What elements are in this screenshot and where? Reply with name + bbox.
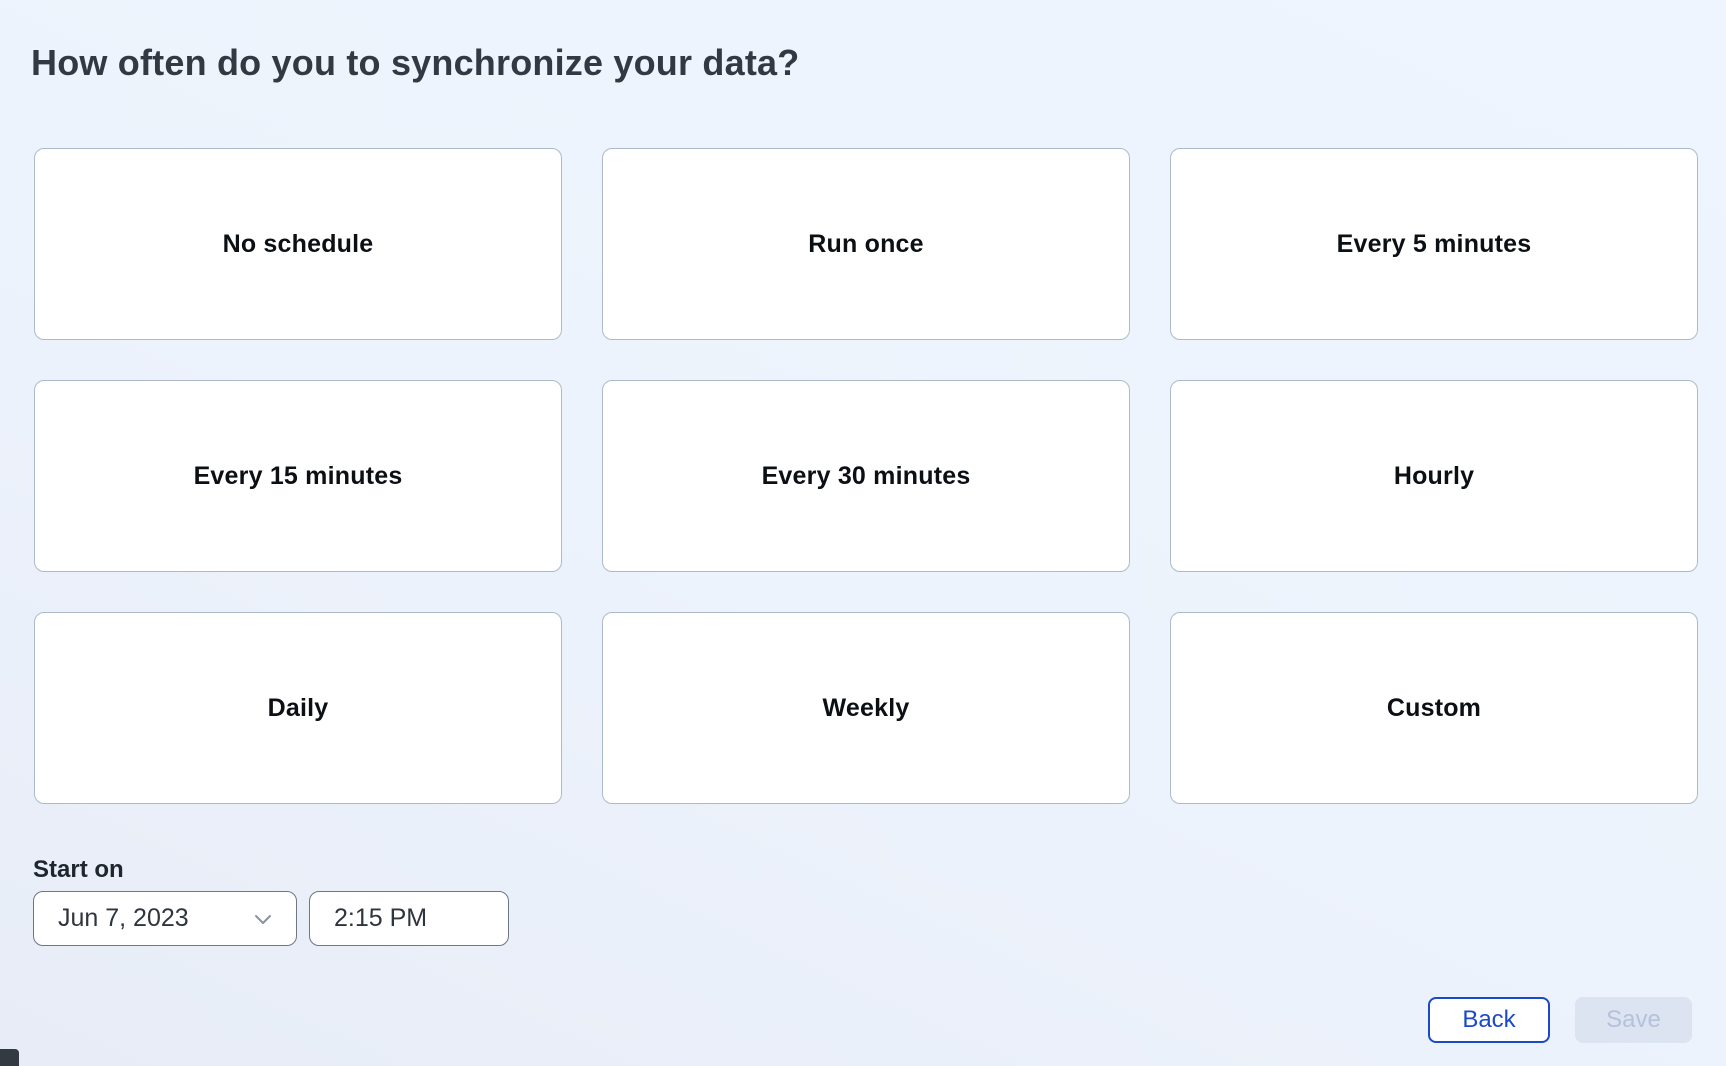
chevron-down-icon — [250, 906, 276, 932]
schedule-option-hourly[interactable]: Hourly — [1170, 380, 1698, 572]
schedule-option-every-15-minutes[interactable]: Every 15 minutes — [34, 380, 562, 572]
schedule-option-no-schedule[interactable]: No schedule — [34, 148, 562, 340]
schedule-option-daily[interactable]: Daily — [34, 612, 562, 804]
partial-corner-element — [0, 1049, 19, 1066]
schedule-option-run-once[interactable]: Run once — [602, 148, 1130, 340]
schedule-option-label: Every 30 minutes — [762, 462, 971, 491]
schedule-option-label: Every 15 minutes — [194, 462, 403, 491]
schedule-option-label: Daily — [268, 694, 329, 723]
schedule-option-label: No schedule — [223, 230, 374, 259]
schedule-option-label: Run once — [808, 230, 924, 259]
back-button[interactable]: Back — [1428, 997, 1550, 1043]
schedule-option-label: Custom — [1387, 694, 1481, 723]
schedule-option-weekly[interactable]: Weekly — [602, 612, 1130, 804]
schedule-options-grid: No schedule Run once Every 5 minutes Eve… — [34, 148, 1698, 804]
schedule-option-custom[interactable]: Custom — [1170, 612, 1698, 804]
start-on-controls: Jun 7, 2023 — [33, 891, 509, 946]
start-time-input[interactable] — [309, 891, 509, 946]
page-title: How often do you to synchronize your dat… — [31, 42, 799, 84]
sync-schedule-page: How often do you to synchronize your dat… — [0, 0, 1726, 1066]
schedule-option-label: Weekly — [823, 694, 910, 723]
schedule-option-every-30-minutes[interactable]: Every 30 minutes — [602, 380, 1130, 572]
start-on-label: Start on — [33, 856, 124, 884]
footer-actions: Back Save — [1428, 997, 1692, 1043]
schedule-option-label: Hourly — [1394, 462, 1474, 491]
save-button[interactable]: Save — [1575, 997, 1692, 1043]
start-date-value: Jun 7, 2023 — [58, 904, 189, 933]
schedule-option-label: Every 5 minutes — [1337, 230, 1532, 259]
schedule-option-every-5-minutes[interactable]: Every 5 minutes — [1170, 148, 1698, 340]
start-date-dropdown[interactable]: Jun 7, 2023 — [33, 891, 297, 946]
